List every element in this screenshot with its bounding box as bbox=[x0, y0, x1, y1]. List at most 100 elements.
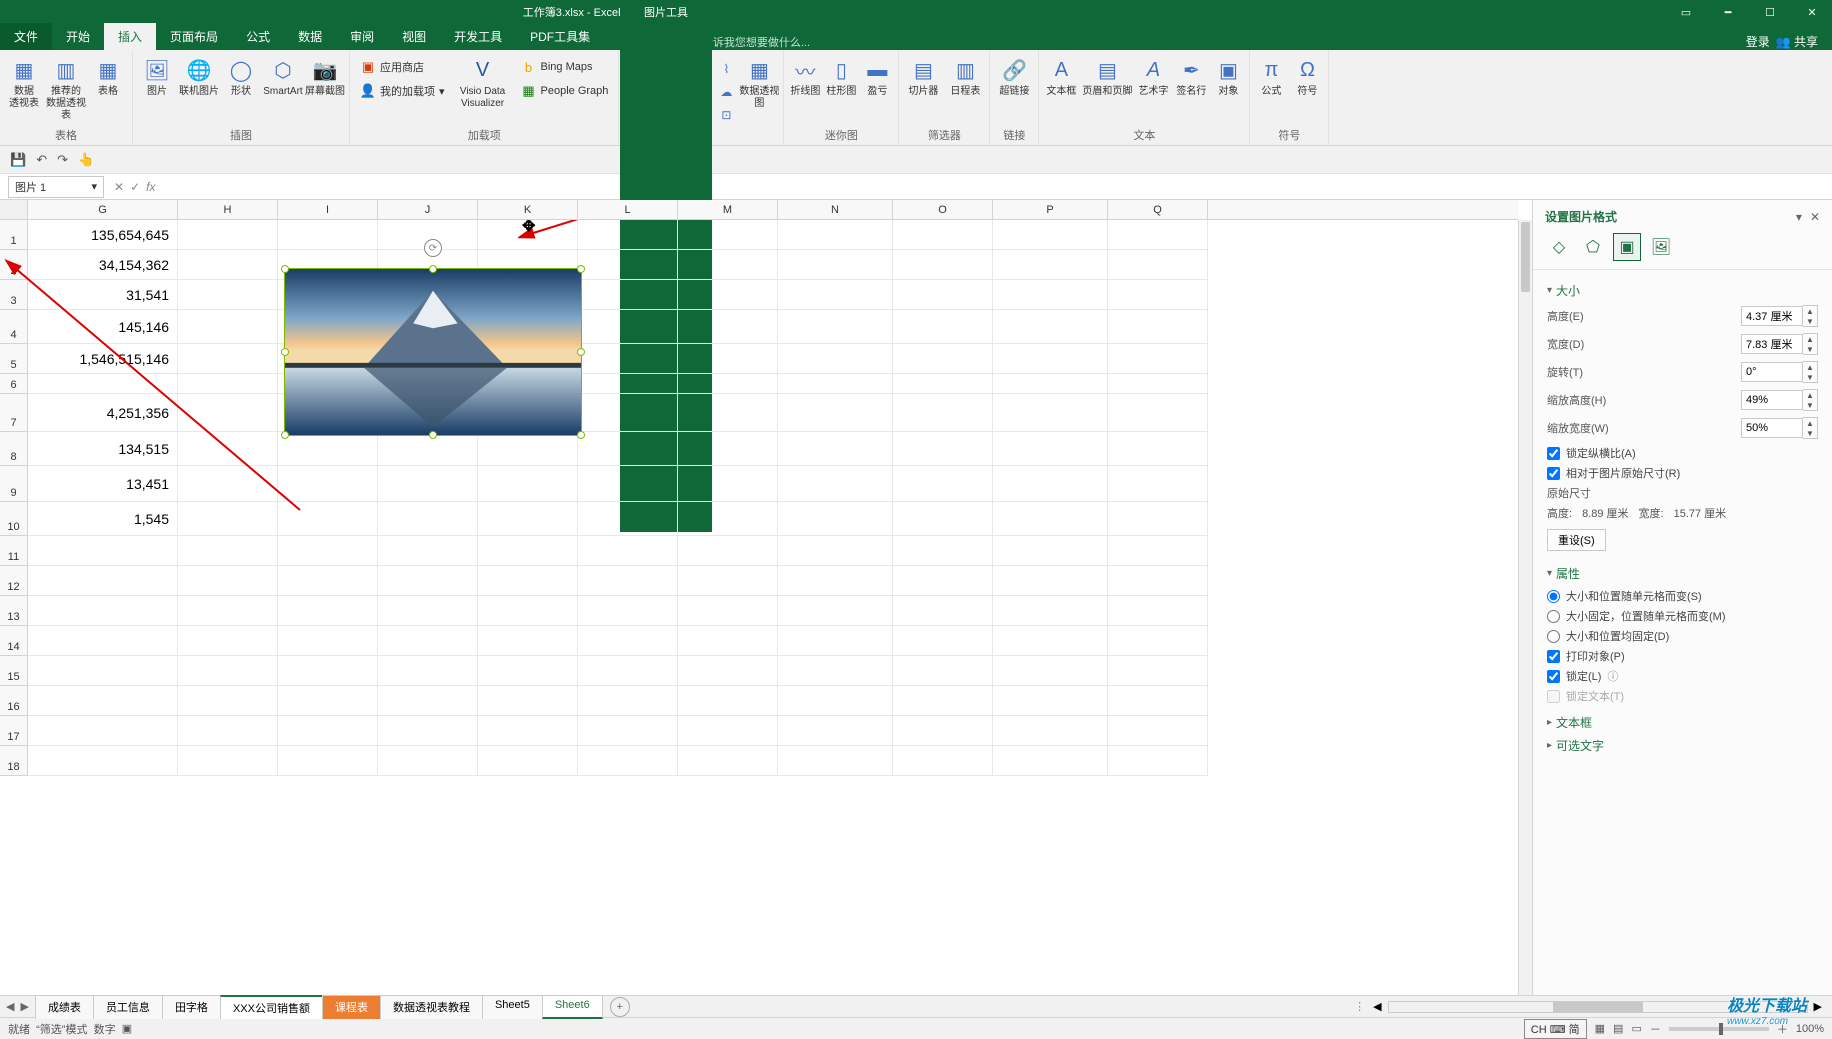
cell[interactable] bbox=[893, 432, 993, 466]
cell[interactable] bbox=[28, 536, 178, 566]
cell[interactable] bbox=[1108, 566, 1208, 596]
panel-dropdown-icon[interactable]: ▾ bbox=[1796, 210, 1802, 224]
cell[interactable] bbox=[278, 656, 378, 686]
scroll-thumb[interactable] bbox=[1553, 1002, 1643, 1012]
cell[interactable] bbox=[678, 566, 778, 596]
cell[interactable] bbox=[678, 344, 778, 374]
cell[interactable] bbox=[1108, 686, 1208, 716]
close-icon[interactable]: ✕ bbox=[1792, 0, 1832, 24]
cell[interactable] bbox=[778, 344, 893, 374]
cell[interactable] bbox=[893, 394, 993, 432]
select-all-corner[interactable] bbox=[0, 200, 28, 219]
cell[interactable] bbox=[478, 502, 578, 536]
reset-button[interactable]: 重设(S) bbox=[1547, 529, 1606, 551]
hscroll-right-icon[interactable]: ▶ bbox=[1814, 1000, 1822, 1013]
cell[interactable] bbox=[178, 220, 278, 250]
cell[interactable] bbox=[378, 536, 478, 566]
cell[interactable] bbox=[678, 394, 778, 432]
cell[interactable] bbox=[893, 280, 993, 310]
cell[interactable] bbox=[893, 310, 993, 344]
view-page-break-icon[interactable]: ▭ bbox=[1631, 1022, 1641, 1035]
row-header[interactable]: 1 bbox=[0, 220, 27, 250]
cell[interactable] bbox=[678, 466, 778, 502]
cell[interactable] bbox=[578, 536, 678, 566]
cell[interactable] bbox=[778, 280, 893, 310]
column-header[interactable]: O bbox=[893, 200, 993, 219]
cell[interactable] bbox=[893, 502, 993, 536]
resize-handle[interactable] bbox=[577, 431, 585, 439]
cell[interactable] bbox=[178, 536, 278, 566]
height-spinner[interactable]: ▲▼ bbox=[1741, 305, 1818, 327]
cell[interactable] bbox=[678, 432, 778, 466]
worksheet-grid[interactable]: GHIJKLMNOPQ 123456789101112131415161718 … bbox=[0, 200, 1532, 995]
cell[interactable] bbox=[993, 220, 1108, 250]
cell[interactable] bbox=[678, 536, 778, 566]
view-normal-icon[interactable]: ▦ bbox=[1595, 1022, 1605, 1035]
move-nosize-radio[interactable]: 大小固定，位置随单元格而变(M) bbox=[1547, 608, 1818, 624]
sheet-tab[interactable]: XXX公司销售额 bbox=[220, 995, 323, 1019]
resize-handle[interactable] bbox=[577, 265, 585, 273]
cell[interactable]: 135,654,645 bbox=[28, 220, 178, 250]
cell[interactable] bbox=[578, 746, 678, 776]
picture-tab-icon[interactable]: 🖼 bbox=[1647, 233, 1675, 261]
cell[interactable] bbox=[1108, 394, 1208, 432]
cell[interactable] bbox=[993, 502, 1108, 536]
ime-indicator[interactable]: CH ⌨ 简 bbox=[1524, 1019, 1587, 1039]
cell[interactable] bbox=[893, 220, 993, 250]
cell[interactable] bbox=[378, 502, 478, 536]
cell[interactable] bbox=[578, 626, 678, 656]
tab-review[interactable]: 审阅 bbox=[336, 23, 388, 50]
resize-handle[interactable] bbox=[281, 265, 289, 273]
cell[interactable] bbox=[178, 566, 278, 596]
cell[interactable] bbox=[778, 536, 893, 566]
cell[interactable] bbox=[278, 566, 378, 596]
cell[interactable] bbox=[278, 686, 378, 716]
cell[interactable] bbox=[178, 626, 278, 656]
row-header[interactable]: 9 bbox=[0, 466, 27, 502]
tab-file[interactable]: 文件 bbox=[0, 23, 52, 50]
name-box[interactable]: 图片 1▾ bbox=[8, 176, 104, 198]
cell[interactable] bbox=[178, 310, 278, 344]
sheet-tab[interactable]: 数据透视表教程 bbox=[380, 995, 483, 1019]
section-alttext[interactable]: 可选文字 bbox=[1547, 737, 1818, 754]
cell[interactable] bbox=[378, 432, 478, 466]
chevron-down-icon[interactable]: ▾ bbox=[91, 180, 97, 193]
cell[interactable] bbox=[578, 466, 678, 502]
undo-icon[interactable]: ↶ bbox=[36, 152, 47, 168]
panel-close-icon[interactable]: ✕ bbox=[1810, 210, 1820, 224]
cell[interactable] bbox=[478, 596, 578, 626]
locked-checkbox[interactable]: 锁定(L) ⓘ bbox=[1547, 668, 1818, 684]
row-header[interactable]: 7 bbox=[0, 394, 27, 432]
cell[interactable] bbox=[478, 626, 578, 656]
app-store-button[interactable]: ▣应用商店 bbox=[354, 56, 451, 78]
tab-data[interactable]: 数据 bbox=[284, 23, 336, 50]
cell[interactable]: 4,251,356 bbox=[28, 394, 178, 432]
cell[interactable] bbox=[893, 536, 993, 566]
sheet-tab[interactable]: 成绩表 bbox=[35, 995, 94, 1019]
cell[interactable] bbox=[678, 686, 778, 716]
cell[interactable] bbox=[778, 626, 893, 656]
sheet-tab[interactable]: 田字格 bbox=[162, 995, 221, 1019]
column-header[interactable]: K bbox=[478, 200, 578, 219]
sheet-tab[interactable]: 课程表 bbox=[322, 995, 381, 1019]
tab-pdf[interactable]: PDF工具集 bbox=[516, 23, 604, 50]
cell[interactable] bbox=[893, 566, 993, 596]
cell[interactable] bbox=[778, 432, 893, 466]
online-pictures-button[interactable]: 🌐联机图片 bbox=[179, 52, 219, 124]
cell[interactable] bbox=[1108, 746, 1208, 776]
cell[interactable] bbox=[178, 250, 278, 280]
cell[interactable] bbox=[378, 746, 478, 776]
tab-view[interactable]: 视图 bbox=[388, 23, 440, 50]
move-size-radio[interactable]: 大小和位置随单元格而变(S) bbox=[1547, 588, 1818, 604]
cell[interactable] bbox=[28, 374, 178, 394]
column-header[interactable]: H bbox=[178, 200, 278, 219]
cell[interactable] bbox=[778, 220, 893, 250]
shapes-button[interactable]: ◯形状 bbox=[221, 52, 261, 124]
cell[interactable] bbox=[578, 280, 678, 310]
row-header[interactable]: 16 bbox=[0, 686, 27, 716]
cell[interactable] bbox=[478, 566, 578, 596]
zoom-out-icon[interactable]: － bbox=[1650, 1021, 1661, 1037]
new-sheet-button[interactable]: + bbox=[610, 997, 630, 1017]
timeline-button[interactable]: ▥日程表 bbox=[945, 52, 985, 124]
cell[interactable] bbox=[378, 466, 478, 502]
